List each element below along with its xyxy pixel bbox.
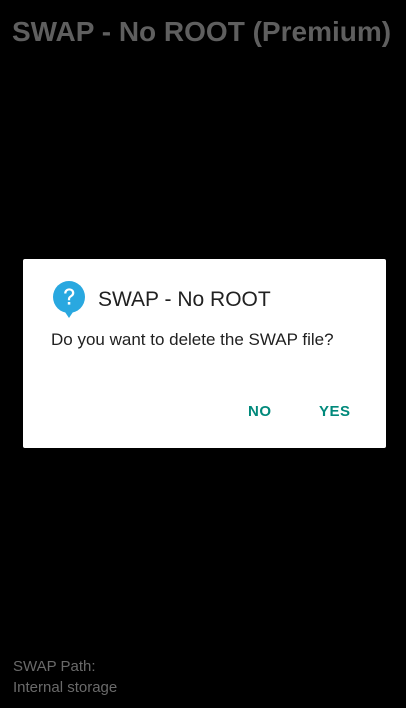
app-title: SWAP - No ROOT (Premium) bbox=[12, 16, 392, 47]
delete-swap-dialog: SWAP - No ROOT Do you want to delete the… bbox=[23, 259, 386, 448]
dialog-message: Do you want to delete the SWAP file? bbox=[51, 330, 334, 349]
swap-path-info: SWAP Path: Internal storage bbox=[13, 656, 117, 698]
swap-path-label: SWAP Path: bbox=[13, 658, 96, 675]
dialog-header: SWAP - No ROOT bbox=[52, 281, 271, 319]
question-bubble-icon bbox=[53, 281, 85, 318]
yes-button[interactable]: YES bbox=[313, 399, 357, 424]
dialog-title: SWAP - No ROOT bbox=[98, 288, 271, 311]
no-button[interactable]: NO bbox=[242, 399, 278, 424]
swap-path-value: Internal storage bbox=[13, 679, 118, 696]
